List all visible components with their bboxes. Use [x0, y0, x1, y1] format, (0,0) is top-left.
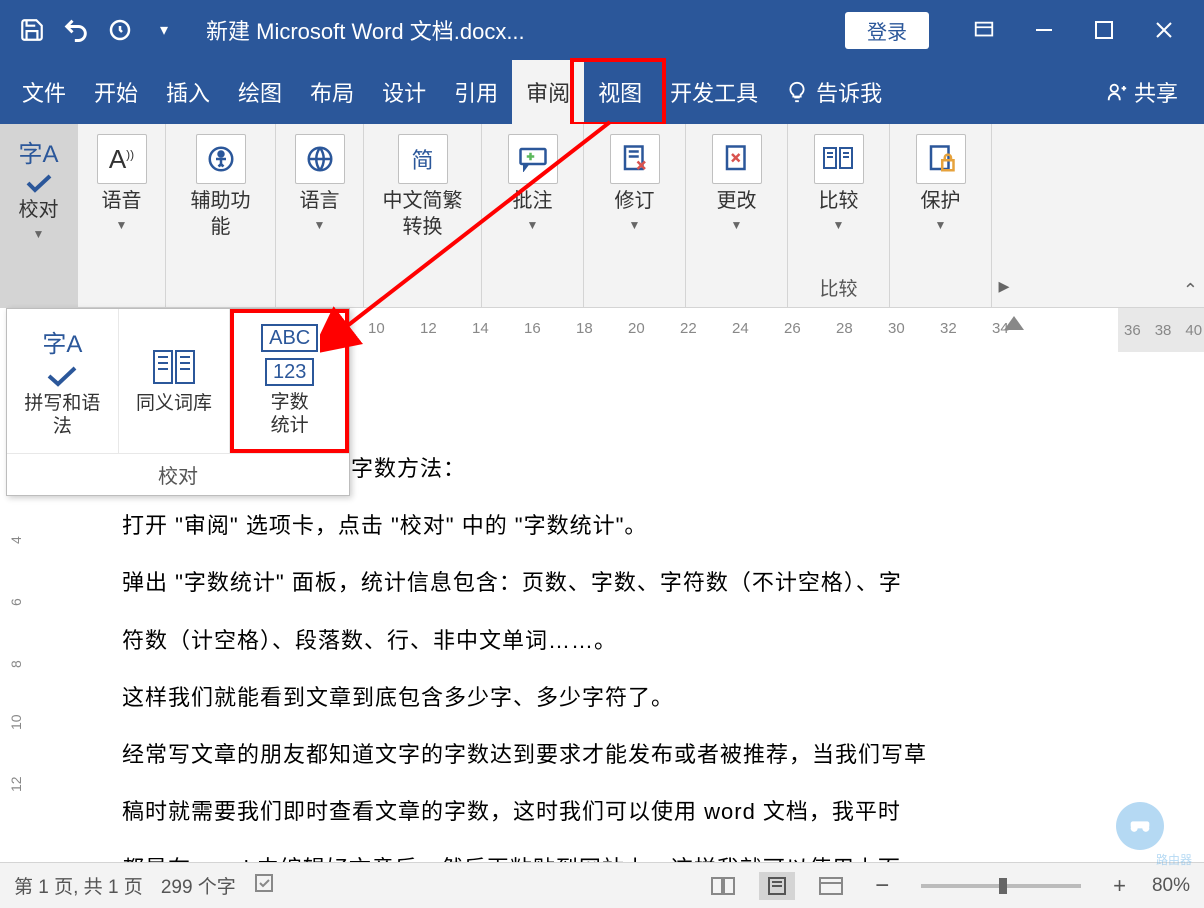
print-layout-icon[interactable]: [759, 872, 795, 900]
share-button[interactable]: 共享: [1088, 76, 1196, 108]
ribbon-protect[interactable]: 保护 ▼: [890, 124, 992, 307]
qat-customize-icon[interactable]: ▾: [142, 8, 186, 52]
ribbon-tracking[interactable]: 修订 ▼: [584, 124, 686, 307]
speech-icon: A)): [97, 134, 147, 184]
title-bar: ▾ 新建 Microsoft Word 文档.docx... 登录: [0, 0, 1204, 60]
zoom-in-button[interactable]: +: [1105, 873, 1134, 899]
accessibility-icon: [196, 134, 246, 184]
chevron-down-icon: ▼: [527, 218, 539, 232]
document-title: 新建 Microsoft Word 文档.docx...: [206, 14, 525, 46]
status-bar: 第 1 页, 共 1 页 299 个字 − + 80%: [0, 862, 1204, 908]
chevron-down-icon: ▼: [33, 227, 45, 241]
ribbon-speech[interactable]: A)) 语音 ▼: [78, 124, 166, 307]
word-count-indicator[interactable]: 299 个字: [161, 872, 236, 899]
ribbon-language[interactable]: 语言 ▼: [276, 124, 364, 307]
book-icon: [150, 347, 198, 387]
tab-developer[interactable]: 开发工具: [656, 60, 772, 124]
popup-group-label: 校对: [7, 453, 349, 495]
comment-icon: [508, 134, 558, 184]
ribbon-comments[interactable]: 批注 ▼: [482, 124, 584, 307]
proofing-dropdown: 字A 拼写和语法 同义词库 ABC 123 字数统计 校对: [6, 308, 350, 496]
doc-text: 经常写文章的朋友都知道文字的字数达到要求才能发布或者被推荐，当我们写草: [122, 726, 1134, 783]
zoom-slider[interactable]: [921, 884, 1081, 888]
web-layout-icon[interactable]: [813, 872, 849, 900]
check-icon: [24, 173, 54, 193]
chevron-down-icon: ▼: [629, 218, 641, 232]
tab-home[interactable]: 开始: [80, 60, 152, 124]
changes-icon: [712, 134, 762, 184]
collapse-ribbon-icon[interactable]: ⌃: [1183, 280, 1198, 301]
share-icon: [1106, 81, 1128, 103]
maximize-icon[interactable]: [1074, 0, 1134, 60]
spell-grammar-button[interactable]: 字A 拼写和语法: [7, 309, 119, 453]
check-icon: [45, 365, 79, 387]
doc-text: 打开 "审阅" 选项卡，点击 "校对" 中的 "字数统计"。: [122, 497, 1134, 554]
ruler-end: 363840: [1118, 308, 1204, 352]
login-button[interactable]: 登录: [845, 12, 929, 49]
ribbon: 字A 校对 ▼ A)) 语音 ▼ 辅助功 能 语言 ▼ 简 中文简繁 转换 批注…: [0, 124, 1204, 308]
doc-text: 都是在 word 中编辑好文章后，然后再粘贴到网站上，这样我就可以使用上面: [122, 840, 1134, 862]
undo-icon[interactable]: [54, 8, 98, 52]
chevron-down-icon: ▼: [116, 218, 128, 232]
watermark: 路由器: [1102, 798, 1192, 868]
protect-icon: [916, 134, 966, 184]
doc-text: 符数（计空格）、段落数、行、非中文单词……。: [122, 612, 1134, 669]
tab-insert[interactable]: 插入: [152, 60, 224, 124]
chevron-down-icon: ▼: [833, 218, 845, 232]
menu-bar: 文件 开始 插入 绘图 布局 设计 引用 审阅 视图 开发工具 告诉我 共享: [0, 60, 1204, 124]
chevron-down-icon: ▼: [935, 218, 947, 232]
tab-layout[interactable]: 布局: [296, 60, 368, 124]
read-mode-icon[interactable]: [705, 872, 741, 900]
tell-me-search[interactable]: 告诉我: [772, 76, 896, 108]
tab-view[interactable]: 视图: [584, 60, 656, 124]
ruler-indent-marker[interactable]: [1004, 316, 1024, 330]
page-indicator[interactable]: 第 1 页, 共 1 页: [14, 872, 143, 899]
lightbulb-icon: [786, 81, 808, 103]
language-icon: [295, 134, 345, 184]
close-icon[interactable]: [1134, 0, 1194, 60]
doc-text: 看字数方法：: [328, 440, 1134, 497]
tab-design[interactable]: 设计: [368, 60, 440, 124]
minimize-icon[interactable]: [1014, 0, 1074, 60]
ribbon-compare[interactable]: 比较 ▼ 比较: [788, 124, 890, 307]
zoom-out-button[interactable]: −: [867, 872, 897, 900]
redo-icon[interactable]: [98, 8, 142, 52]
tab-review[interactable]: 审阅: [512, 60, 584, 124]
word-count-button[interactable]: ABC 123 字数统计: [230, 309, 349, 453]
ribbon-proofing[interactable]: 字A 校对 ▼: [0, 124, 78, 307]
ribbon-display-icon[interactable]: [954, 0, 1014, 60]
compare-icon: [814, 134, 864, 184]
tab-file[interactable]: 文件: [8, 60, 80, 124]
zoom-level[interactable]: 80%: [1152, 875, 1190, 897]
tracking-icon: [610, 134, 660, 184]
chevron-down-icon: ▼: [314, 218, 326, 232]
ribbon-accessibility[interactable]: 辅助功 能: [166, 124, 276, 307]
thesaurus-button[interactable]: 同义词库: [119, 309, 231, 453]
spell-check-icon[interactable]: [254, 872, 280, 900]
ribbon-scroll-right[interactable]: ▸: [992, 124, 1016, 307]
doc-text: 稿时就需要我们即时查看文章的字数，这时我们可以使用 word 文档，我平时: [122, 783, 1134, 840]
save-icon[interactable]: [10, 8, 54, 52]
ribbon-changes[interactable]: 更改 ▼: [686, 124, 788, 307]
chevron-down-icon: ▼: [731, 218, 743, 232]
tab-draw[interactable]: 绘图: [224, 60, 296, 124]
tab-references[interactable]: 引用: [440, 60, 512, 124]
doc-text: 这样我们就能看到文章到底包含多少字、多少字符了。: [122, 669, 1134, 726]
ribbon-chinese-conversion[interactable]: 简 中文简繁 转换: [364, 124, 482, 307]
doc-text: 弹出 "字数统计" 面板，统计信息包含：页数、字数、字符数（不计空格）、字: [122, 554, 1134, 611]
chinese-conversion-icon: 简: [398, 134, 448, 184]
